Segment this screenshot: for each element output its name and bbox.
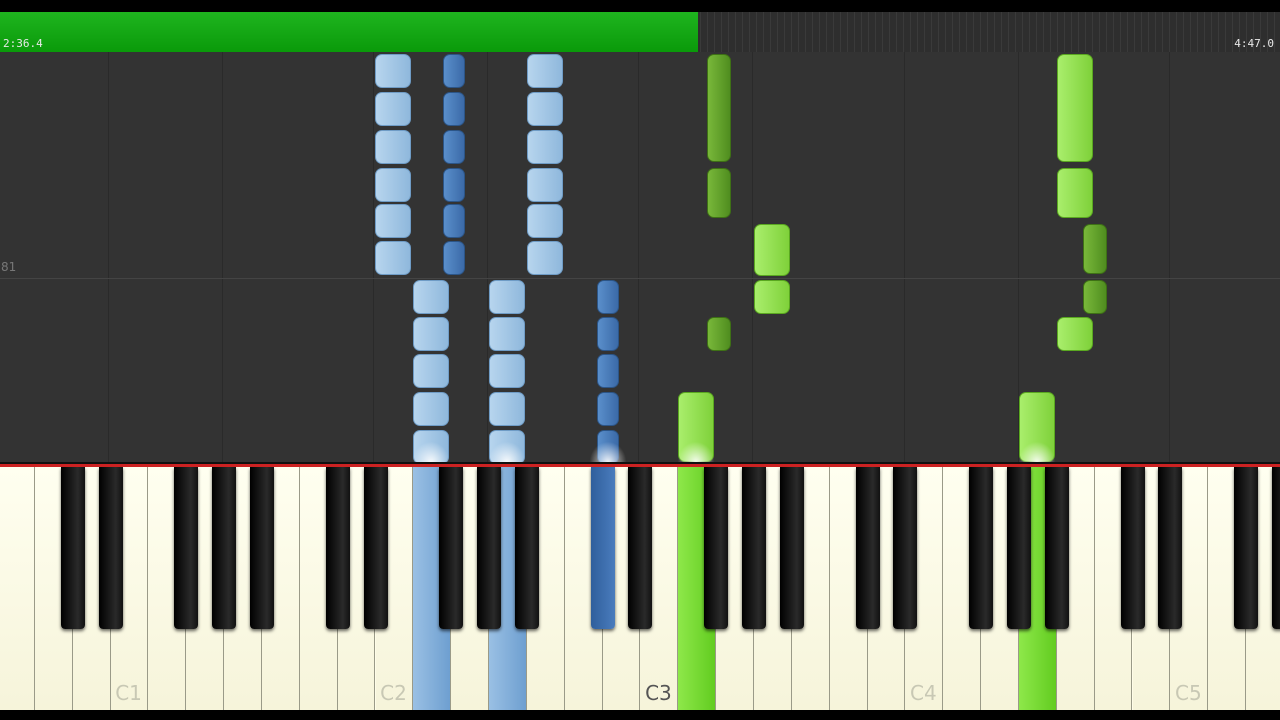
grid-line — [373, 52, 374, 462]
black-key[interactable] — [325, 467, 350, 629]
note — [754, 224, 790, 276]
black-key[interactable] — [1158, 467, 1183, 629]
note — [375, 168, 411, 202]
hit-sparkle — [487, 440, 527, 462]
note — [489, 317, 525, 351]
hit-sparkle — [676, 440, 716, 462]
hit-sparkle — [411, 440, 451, 462]
piano-roll: 81 — [0, 52, 1280, 462]
note — [527, 54, 563, 88]
octave-label: C1 — [115, 681, 142, 705]
note — [375, 241, 411, 275]
note — [1083, 280, 1107, 314]
note — [707, 168, 731, 218]
white-key[interactable] — [0, 467, 35, 710]
note — [527, 204, 563, 238]
elapsed-time: 2:36.4 — [3, 37, 43, 50]
note — [375, 54, 411, 88]
note — [443, 92, 465, 126]
note — [443, 204, 465, 238]
black-key[interactable] — [249, 467, 274, 629]
black-key[interactable] — [969, 467, 994, 629]
note — [489, 392, 525, 426]
grid-line — [487, 52, 488, 462]
note — [1057, 317, 1093, 351]
note — [375, 92, 411, 126]
black-key[interactable] — [590, 467, 615, 629]
note — [527, 168, 563, 202]
note — [413, 280, 449, 314]
note — [707, 54, 731, 162]
octave-label: C4 — [910, 681, 937, 705]
octave-label: C2 — [380, 681, 407, 705]
black-key[interactable] — [1006, 467, 1031, 629]
octave-label: C5 — [1174, 681, 1202, 705]
black-key[interactable] — [98, 467, 123, 629]
note — [489, 280, 525, 314]
grid-line — [638, 52, 639, 462]
hit-sparkle — [588, 440, 628, 462]
black-key[interactable] — [628, 467, 653, 629]
note — [707, 317, 731, 351]
grid-line — [1169, 52, 1170, 462]
black-key[interactable] — [1044, 467, 1069, 629]
grid-line — [222, 52, 223, 462]
black-key[interactable] — [893, 467, 918, 629]
black-key[interactable] — [174, 467, 199, 629]
black-key[interactable] — [439, 467, 464, 629]
note — [375, 204, 411, 238]
note — [1057, 168, 1093, 218]
measure-line — [0, 278, 1280, 279]
note — [413, 317, 449, 351]
octave-label: C3 — [645, 681, 672, 705]
note — [413, 354, 449, 388]
note — [1057, 54, 1093, 162]
black-key[interactable] — [363, 467, 388, 629]
black-key[interactable] — [514, 467, 539, 629]
note — [597, 354, 619, 388]
progress-fill — [0, 12, 698, 52]
note — [527, 241, 563, 275]
total-time: 4:47.0 — [1234, 37, 1274, 50]
black-key[interactable] — [704, 467, 729, 629]
note — [443, 168, 465, 202]
note — [597, 280, 619, 314]
black-key[interactable] — [1234, 467, 1259, 629]
black-key[interactable] — [477, 467, 502, 629]
bottom-border — [0, 710, 1280, 720]
black-key[interactable] — [742, 467, 766, 629]
note — [1083, 224, 1107, 274]
piano-keyboard[interactable]: C1 C2 C3 C4 C5 — [0, 467, 1280, 710]
measure-number: 81 — [1, 260, 17, 274]
grid-line — [752, 52, 753, 462]
hit-sparkle — [1017, 440, 1057, 462]
grid-line — [108, 52, 109, 462]
black-key[interactable] — [60, 467, 85, 629]
note — [443, 241, 465, 275]
note — [413, 392, 449, 426]
black-key[interactable] — [1271, 467, 1280, 629]
note — [489, 354, 525, 388]
note — [443, 54, 465, 88]
grid-line — [904, 52, 905, 462]
black-key[interactable] — [855, 467, 880, 629]
note — [375, 130, 411, 164]
note — [527, 92, 563, 126]
timeline-scrubber[interactable]: 2:36.4 4:47.0 — [0, 12, 1280, 52]
top-border — [0, 0, 1280, 12]
black-key[interactable] — [1120, 467, 1145, 629]
black-key[interactable] — [212, 467, 237, 629]
note — [443, 130, 465, 164]
black-key[interactable] — [779, 467, 804, 629]
note — [597, 392, 619, 426]
note — [754, 280, 790, 314]
note — [597, 317, 619, 351]
note — [527, 130, 563, 164]
